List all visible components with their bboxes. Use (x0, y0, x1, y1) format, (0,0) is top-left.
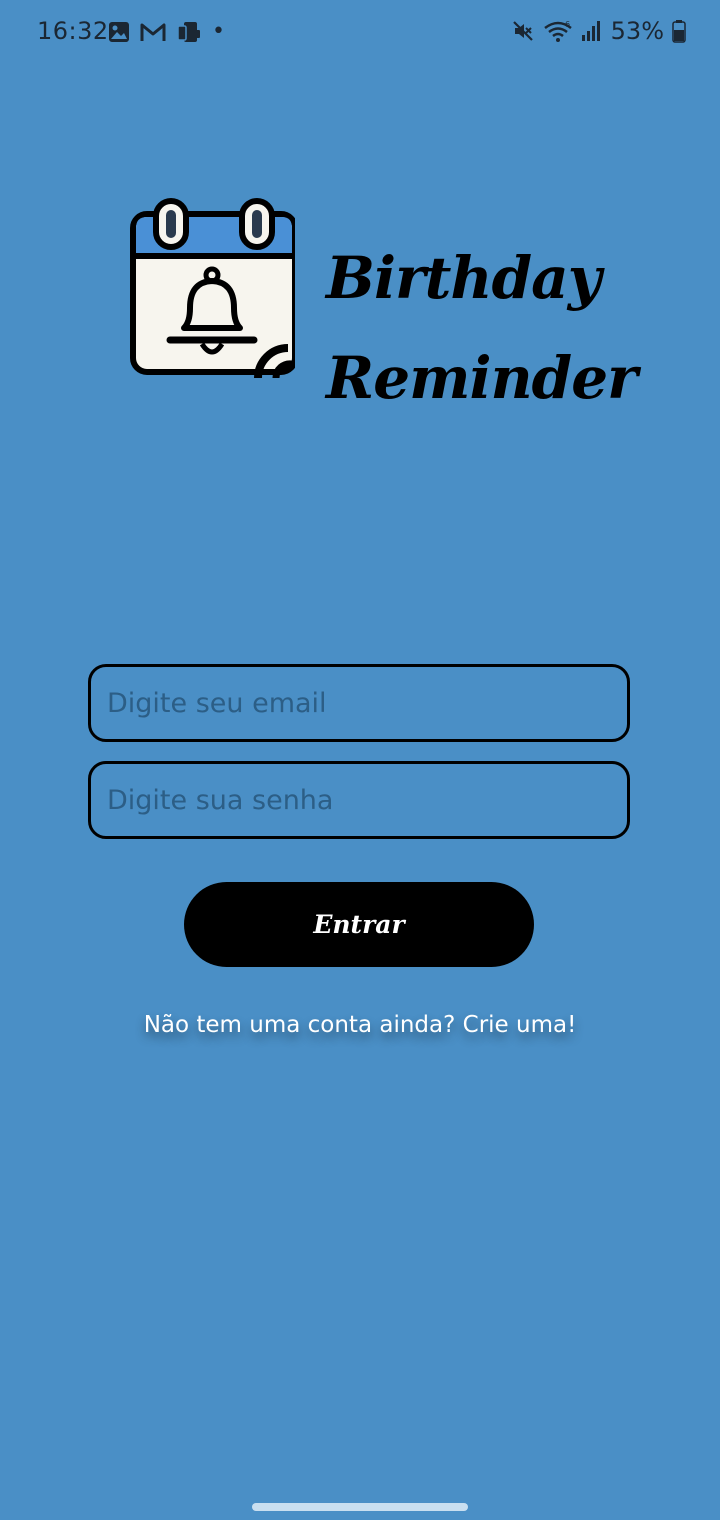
status-time: 16:32 (37, 17, 109, 45)
app-title-line-2: Reminder (326, 344, 638, 412)
app-title-line-1: Birthday (326, 244, 601, 312)
battery-percentage: 53% (610, 17, 664, 45)
more-notifications-dot: • (212, 19, 225, 44)
email-input[interactable] (88, 664, 630, 742)
signup-link[interactable]: Não tem uma conta ainda? Crie uma! (0, 1012, 720, 1038)
wifi-icon: 6 (543, 20, 572, 42)
notification-icons: • (108, 21, 225, 43)
svg-text:6: 6 (565, 20, 570, 29)
login-button-label: Entrar (313, 910, 405, 939)
password-input[interactable] (88, 761, 630, 839)
home-indicator[interactable] (252, 1503, 468, 1511)
login-button[interactable]: Entrar (184, 882, 534, 967)
status-bar: 16:32 • 6 53% (0, 0, 720, 68)
signal-icon (581, 21, 600, 41)
battery-icon (672, 20, 686, 43)
login-screen: 16:32 • 6 53% Birthday Reminder Digite s… (0, 0, 720, 1520)
gmail-icon (140, 23, 166, 41)
system-icons: 6 53% (511, 17, 686, 45)
mute-icon (512, 21, 533, 41)
calendar-bell-logo-icon (130, 198, 295, 378)
app-title: Birthday Reminder (326, 228, 638, 428)
gallery-icon (109, 22, 129, 42)
device-icon (177, 22, 200, 42)
